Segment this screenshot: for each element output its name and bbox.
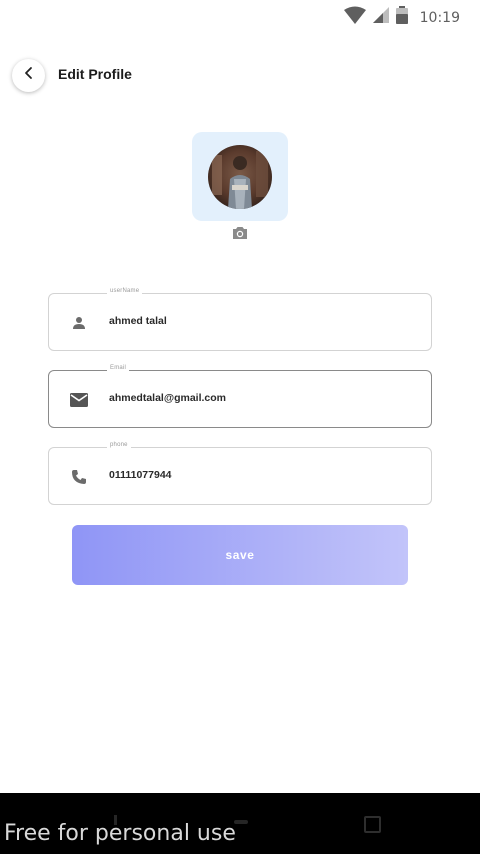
chevron-left-icon (22, 66, 36, 85)
avatar (208, 144, 272, 209)
battery-icon (395, 6, 408, 29)
change-photo-button[interactable] (231, 226, 249, 245)
mail-icon (69, 390, 89, 410)
status-time: 10:19 (419, 9, 460, 26)
back-button[interactable] (12, 59, 45, 92)
status-bar: 10:19 (0, 0, 480, 32)
username-value: ahmed talal (109, 315, 167, 327)
email-value: ahmedtalal@gmail.com (109, 392, 227, 404)
email-label: Email (107, 365, 130, 371)
navigation-bar: Free for personal use (0, 793, 480, 854)
username-field[interactable]: userName ahmed talal (48, 288, 432, 351)
username-label: userName (107, 288, 143, 294)
email-field[interactable]: Email ahmedtalal@gmail.com (48, 365, 432, 428)
camera-icon (232, 226, 248, 245)
phone-field[interactable]: phone 01111077944 (48, 442, 432, 505)
phone-value: 01111077944 (109, 469, 172, 481)
person-icon (69, 313, 89, 333)
save-button-label: save (225, 548, 255, 562)
status-icons: 10:19 (343, 6, 460, 29)
nav-home-button[interactable] (234, 820, 248, 824)
avatar-card[interactable] (192, 132, 288, 221)
save-button[interactable]: save (72, 525, 408, 585)
signal-icon (372, 6, 390, 29)
phone-label: phone (107, 442, 131, 448)
watermark-text: Free for personal use (4, 821, 236, 846)
nav-recents-button[interactable] (364, 816, 381, 833)
wifi-icon (343, 6, 366, 29)
page-title: Edit Profile (58, 66, 132, 82)
phone-icon (69, 467, 89, 487)
